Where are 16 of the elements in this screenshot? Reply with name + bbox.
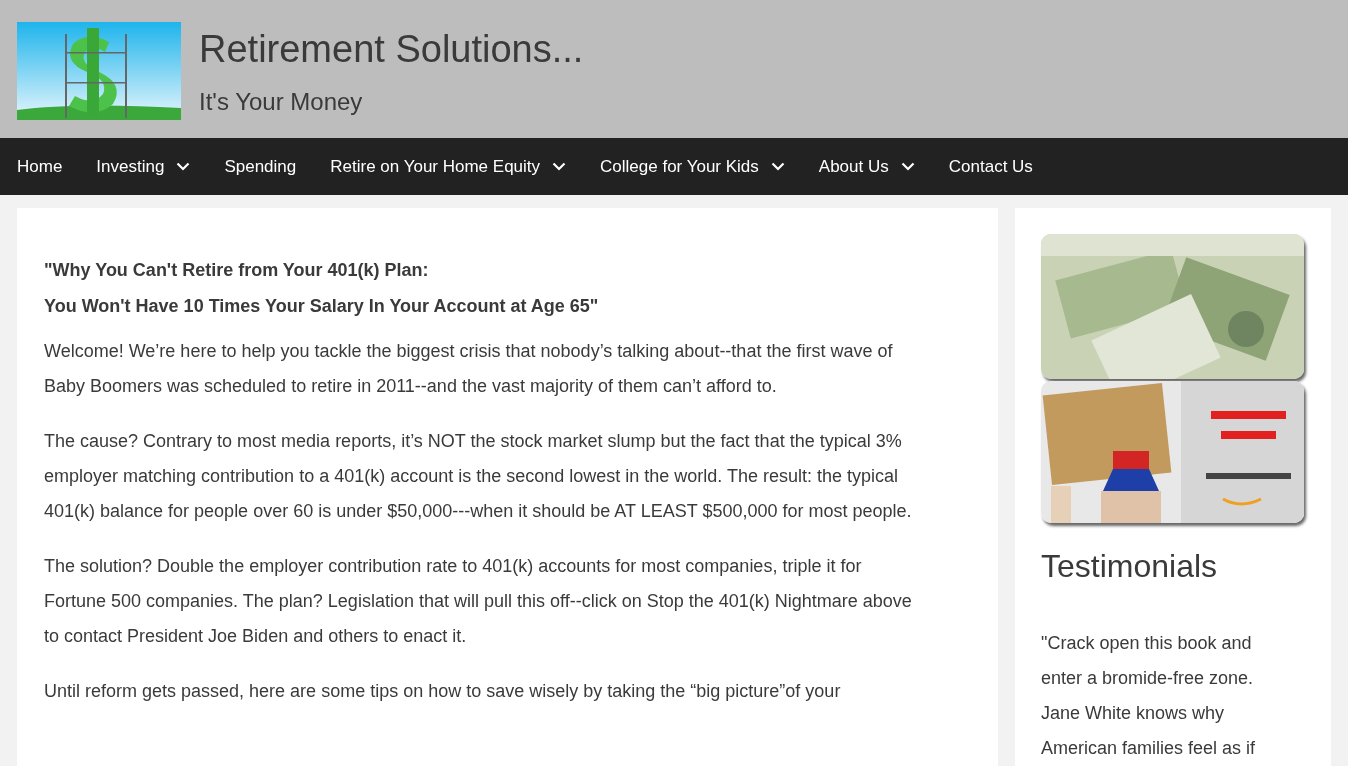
nav-item[interactable]: About Us — [801, 138, 932, 195]
nav-item[interactable]: College for Your Kids — [583, 138, 802, 195]
site-title[interactable]: Retirement Solutions... — [199, 25, 584, 73]
article-heading: "Why You Can't Retire from Your 401(k) Plan: You Won't Have 10 Times Your Salary In Your Account at Age 65" — [44, 259, 600, 318]
site-tagline: It's Your Money — [199, 87, 364, 117]
paragraph: Welcome! We’re here to help you tackle the biggest crisis that nobody’s talking about--that the first wave of Baby Boomers was scheduled to retire in 2011--and the vast majority of them can’t afford to. — [44, 340, 894, 398]
sidebar-heading: Testimonials — [1041, 547, 1219, 586]
nav-item[interactable]: Investing — [79, 138, 208, 195]
paragraph: Until reform gets passed, here are some tips on how to save wisely by taking the “big picture”of your — [44, 680, 842, 703]
paragraph: The cause? Contrary to most media reports, it’s NOT the stock market slump but the fact that the typical 3% employer matching contribution to a 401(k) account is the second lowest in the world. The result: the typical 401(k) balance for people over 60 is under $50,000---when it should be AT LEAST $500,000 for most people. — [44, 430, 913, 523]
nav-item[interactable]: Home — [0, 138, 80, 195]
nav-item[interactable]: Spending — [207, 138, 314, 195]
nav-item[interactable]: Contact Us — [931, 138, 1050, 195]
paragraph: The solution? Double the employer contribution rate to 401(k) accounts for most companies, triple it for Fortune 500 companies. The plan? Legislation that will pull this off--click on Stop the 401(k) Nightmare above to contact President Joe Biden and others to enact it. — [44, 555, 913, 648]
testimonial-quote: "Crack open this book and enter a bromide-free zone. Jane White knows why American families feel as if — [1041, 632, 1257, 760]
nav-item[interactable]: Retire on Your Home Equity — [313, 138, 584, 195]
